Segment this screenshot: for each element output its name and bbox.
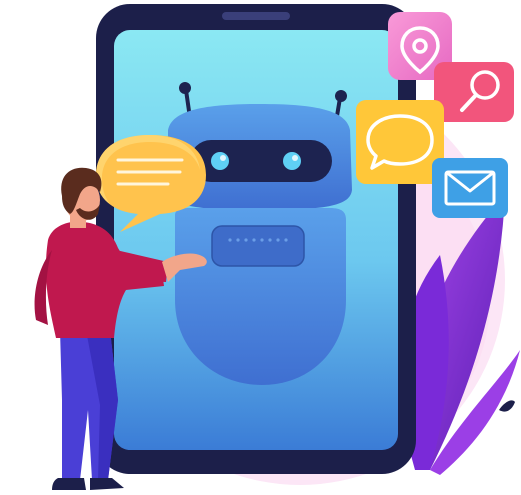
- robot: [168, 82, 352, 385]
- chatbot-illustration: [34, 4, 520, 490]
- small-leaf-detail: [499, 400, 515, 412]
- search-icon: [434, 62, 514, 122]
- robot-left-eye: [211, 152, 229, 170]
- chat-bubble-icon: [356, 100, 444, 184]
- robot-right-eye: [283, 152, 301, 170]
- robot-chest-panel: [211, 225, 305, 267]
- phone-speaker: [222, 12, 290, 20]
- mail-icon: [432, 158, 508, 218]
